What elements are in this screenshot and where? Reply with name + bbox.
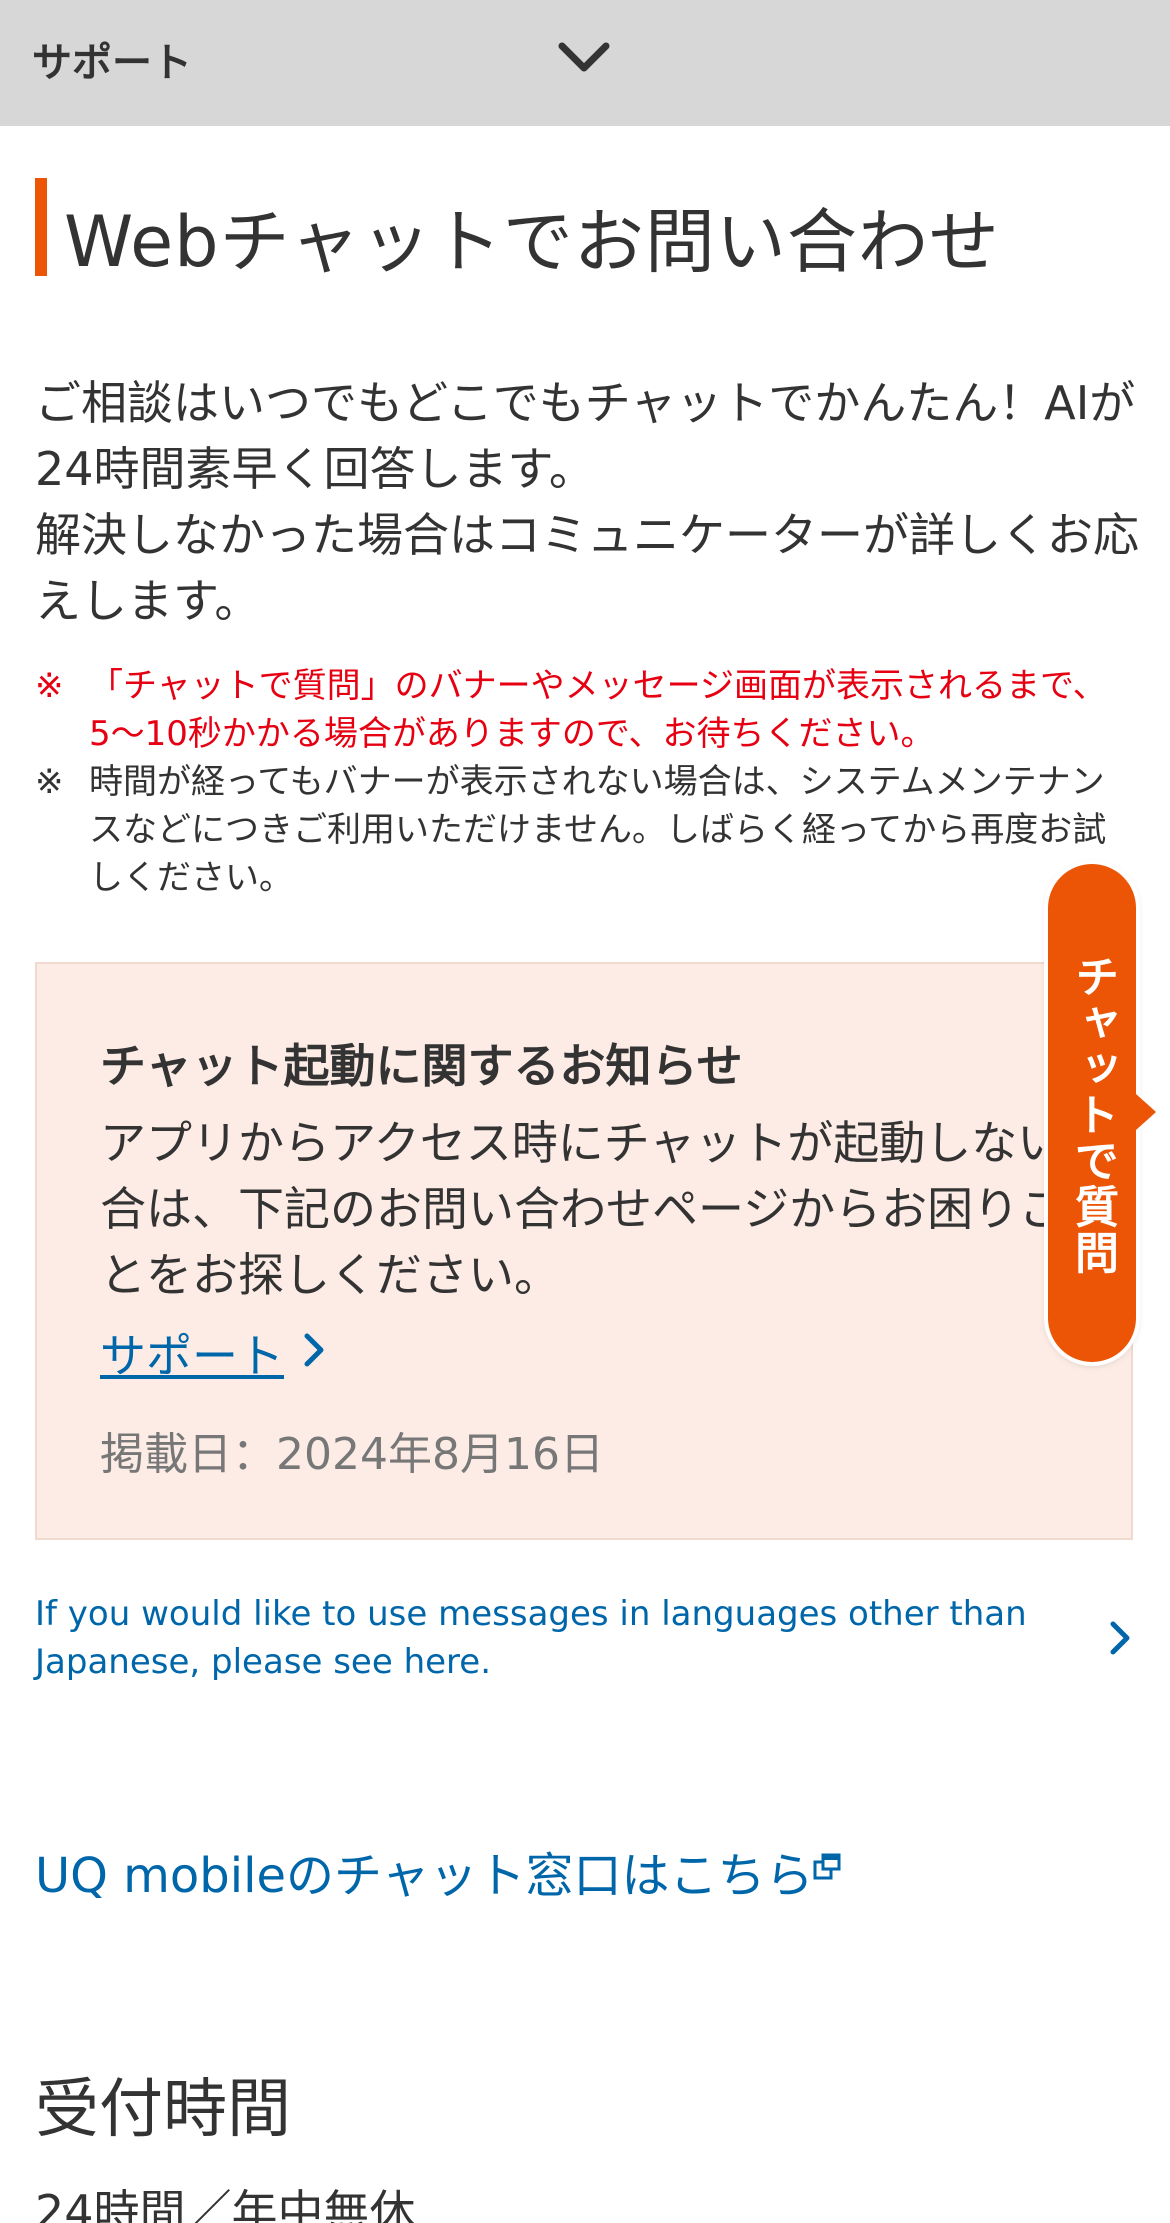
hours-section-title: 受付時間 (35, 2073, 291, 2147)
chat-launch-notice: チャット起動に関するお知らせ アプリからアクセス時にチャットが起動しない場合は、… (35, 962, 1133, 1540)
chat-tab-label: チャットで質問 (1067, 954, 1118, 1276)
intro-line-2: 解決しなかった場合はコミュニケーターが詳しくお応えします。 (35, 508, 1139, 628)
hours-value: 24時間／年中無休 (35, 2185, 416, 2223)
note-item-maintenance: ※ 時間が経ってもバナーが表示されない場合は、システムメンテナンスなどにつきご利… (35, 758, 1135, 902)
notice-title: チャット起動に関するお知らせ (100, 1039, 743, 1093)
page: サポート Webチャットでお問い合わせ ご相談はいつでもどこでもチャットでかんた… (0, 0, 1170, 2223)
chevron-down-icon[interactable] (556, 38, 612, 78)
page-title: Webチャットでお問い合わせ (64, 201, 1000, 283)
chat-tab-pointer (1136, 1094, 1156, 1130)
intro-text: ご相談はいつでもどこでもチャットでかんたん！AIが24時間素早く回答します。 解… (35, 370, 1145, 634)
notice-date: 掲載日：2024年8月16日 (100, 1429, 604, 1480)
note-text: 「チャットで質問」のバナーやメッセージ画面が表示されるまで、5〜10秒かかる場合… (89, 666, 1107, 754)
support-accordion-header[interactable]: サポート (0, 0, 1170, 126)
uq-mobile-chat-link[interactable]: UQ mobileのチャット窓口はこちら (35, 1836, 814, 1906)
note-text: 時間が経ってもバナーが表示されない場合は、システムメンテナンスなどにつきご利用い… (89, 762, 1107, 898)
english-messages-link[interactable]: If you would like to use messages in lan… (35, 1590, 1035, 1686)
notice-body: アプリからアクセス時にチャットが起動しない場合は、下記のお問い合わせページからお… (100, 1116, 1110, 1302)
intro-line-1: ご相談はいつでもどこでもチャットでかんたん！AIが24時間素早く回答します。 (35, 376, 1136, 496)
note-mark: ※ (35, 762, 64, 802)
title-accent-bar (35, 178, 47, 276)
external-link-icon (813, 1853, 841, 1880)
chat-question-tab[interactable]: チャットで質問 (1048, 864, 1136, 1362)
note-item-wait: ※ 「チャットで質問」のバナーやメッセージ画面が表示されるまで、5〜10秒かかる… (35, 662, 1135, 758)
chevron-right-icon[interactable] (1108, 1618, 1132, 1658)
note-mark: ※ (35, 666, 64, 706)
support-link[interactable]: サポート (100, 1320, 284, 1386)
notes-list: ※ 「チャットで質問」のバナーやメッセージ画面が表示されるまで、5〜10秒かかる… (35, 662, 1135, 902)
accordion-label: サポート (32, 40, 192, 86)
chevron-right-icon (304, 1333, 324, 1367)
